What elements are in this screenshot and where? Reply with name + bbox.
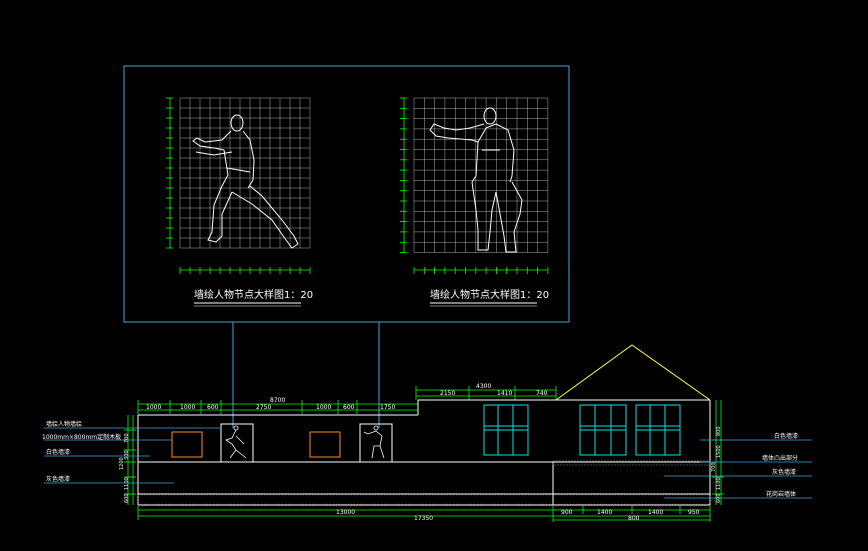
top-right-dim-3: 740 <box>536 390 548 397</box>
detail-caption-1: 墙绘人物节点大样图1：20 <box>194 288 313 301</box>
callout-gray-wall-left: 灰色墙漆 <box>46 475 70 483</box>
wood-board-1 <box>171 431 203 458</box>
figure-panel-2 <box>359 423 393 463</box>
callout-white-wall-right: 白色墙漆 <box>774 432 798 440</box>
top-dim-3: 600 <box>207 404 219 411</box>
top-dim-1: 1000 <box>146 404 161 411</box>
top-dim-6: 600 <box>343 404 355 411</box>
callout-wood-board: 1000mm×800mm定制木板 <box>42 433 121 441</box>
right-vertical-labels: 800 1500 700 1100 600 <box>711 426 722 503</box>
callout-wall-protrusion: 墙体凸出部分 <box>762 454 798 462</box>
detail-frame <box>123 65 570 323</box>
callout-mural-figure: 墙绘人物墙绘 <box>46 420 82 428</box>
top-dim-2: 1000 <box>180 404 195 411</box>
bottom-dim-seg-4: 950 <box>688 509 700 516</box>
bottom-dim-seg-2: 1400 <box>597 509 612 516</box>
window-2 <box>579 404 627 456</box>
right-vdim-2: 1500 <box>716 445 722 458</box>
left-vdim-3: 1200 <box>119 457 125 470</box>
bottom-dim-total: 17350 <box>414 515 433 522</box>
top-total-right: 4300 <box>476 383 491 390</box>
window-1 <box>483 404 529 456</box>
top-right-dim-1: 2150 <box>440 390 455 397</box>
cad-drawing: 墙绘人物节点大样图1：20 墙绘人物节点大样图1：20 8700 4300 10… <box>42 65 812 522</box>
detail-grid-1 <box>166 97 311 274</box>
detail-grid-2 <box>400 97 549 274</box>
bottom-dim-subtotal: 800 <box>628 515 640 522</box>
roof-gable <box>555 344 711 401</box>
left-vdim-1: 700 <box>124 433 130 443</box>
left-vdim-4: 1100 <box>124 477 130 490</box>
building-outline <box>137 399 711 506</box>
left-vdim-5: 600 <box>124 493 130 503</box>
top-dim-4: 2750 <box>256 404 271 411</box>
figure-2-outline <box>429 107 523 253</box>
right-vdim-1: 800 <box>716 426 722 436</box>
callout-planter-wall: 花岗岩墙体 <box>766 490 796 498</box>
wood-board-2 <box>309 431 341 458</box>
top-dim-5: 1000 <box>316 404 331 411</box>
callout-gray-wall-right: 灰色墙漆 <box>772 468 796 476</box>
planter-base-hatch <box>137 494 711 505</box>
top-right-dim-2: 1410 <box>497 390 512 397</box>
right-vdim-4: 1100 <box>716 477 722 490</box>
right-vdim-3: 700 <box>711 462 717 472</box>
bottom-dim-left: 13000 <box>336 509 355 516</box>
callout-white-wall-left: 白色墙漆 <box>46 448 70 456</box>
window-3 <box>635 404 681 456</box>
bottom-dim-seg-3: 1400 <box>648 509 663 516</box>
top-total-left: 8700 <box>270 397 285 404</box>
figure-panel-1 <box>220 423 254 463</box>
top-dim-7: 1750 <box>380 404 395 411</box>
bottom-dim-seg-1: 900 <box>561 509 573 516</box>
detail-caption-2: 墙绘人物节点大样图1：20 <box>430 288 549 301</box>
